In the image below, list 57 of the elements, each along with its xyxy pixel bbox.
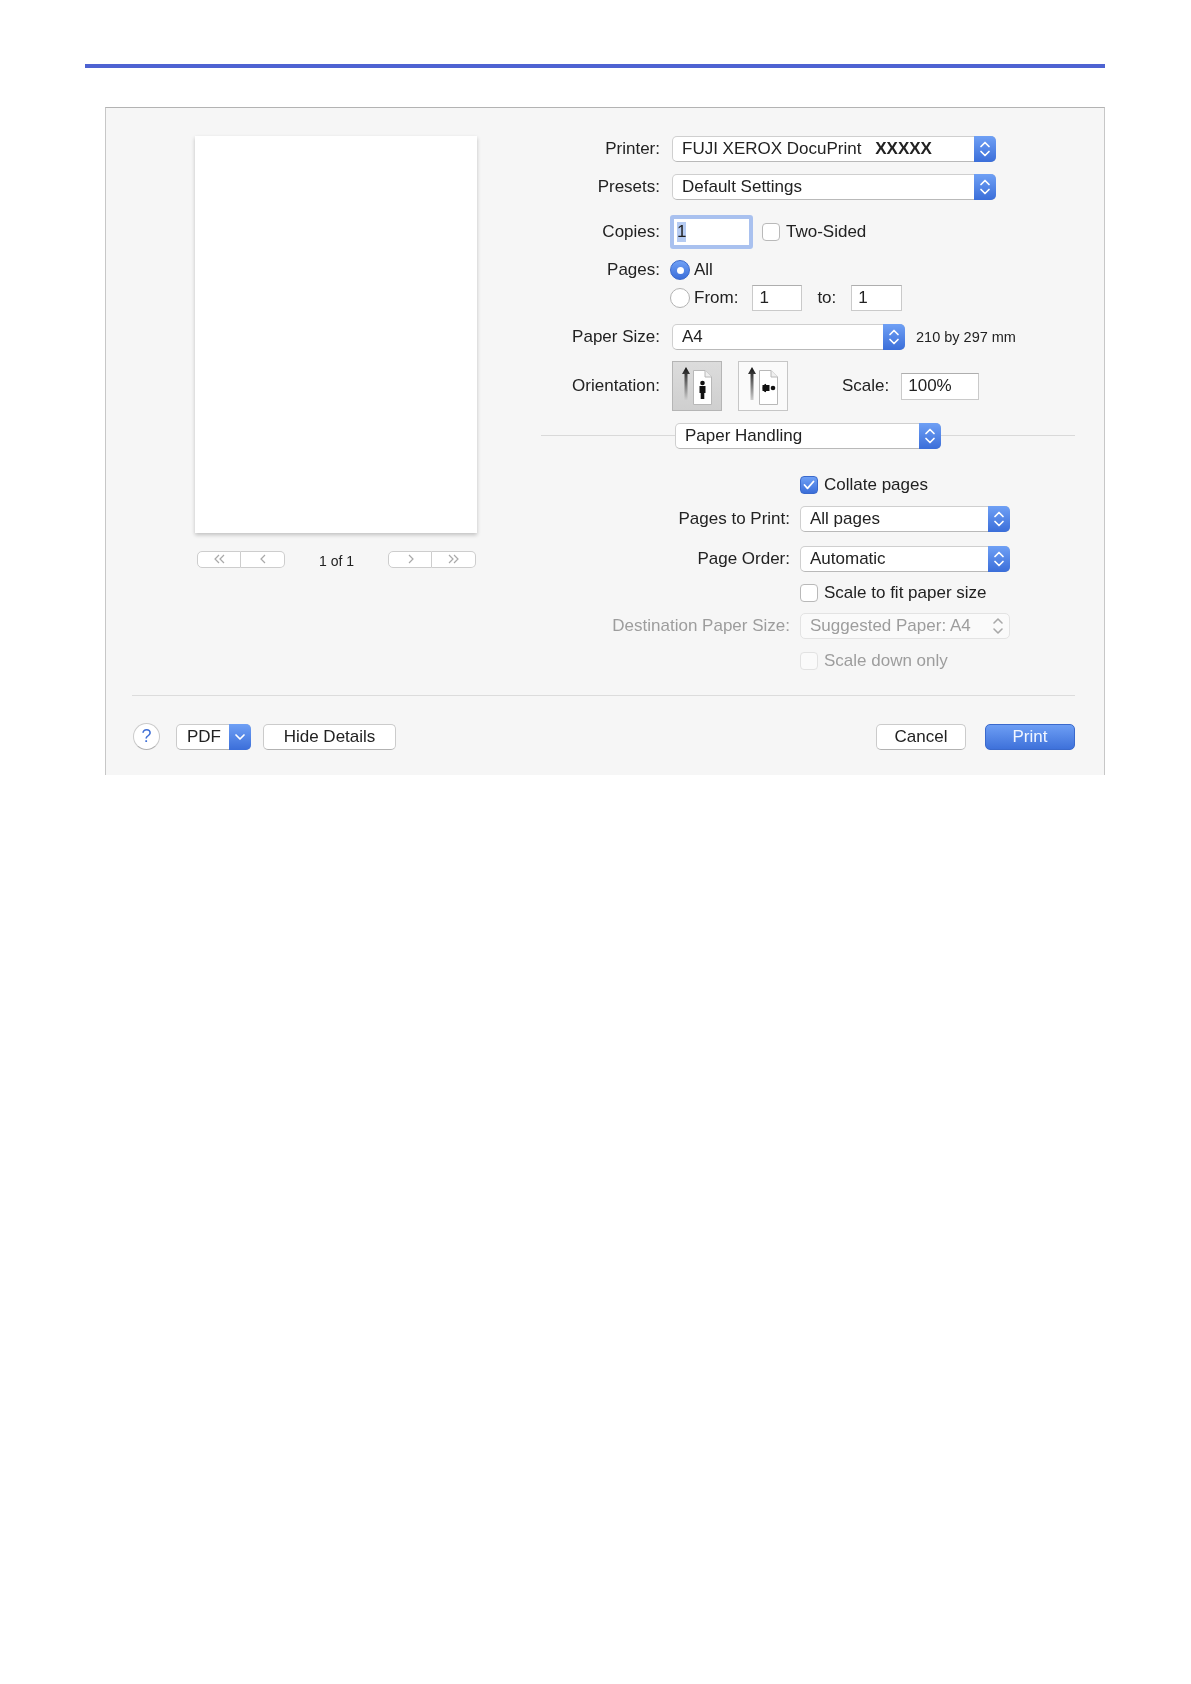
portrait-page-icon	[681, 366, 713, 406]
double-chevron-left-icon	[212, 554, 226, 564]
page-from-field[interactable]: 1	[752, 285, 803, 311]
field-label: Orientation:	[572, 376, 660, 395]
checkbox-label: Scale down only	[824, 651, 948, 671]
double-chevron-right-icon	[446, 554, 461, 564]
next-page-button[interactable]	[388, 550, 432, 568]
page-indicator-label: 1 of 1	[319, 552, 354, 569]
radio-button[interactable]	[670, 260, 690, 280]
stepper-icon	[974, 174, 996, 200]
paper-dimensions-label: 210 by 297 mm	[916, 328, 1016, 345]
radio-label: All	[694, 260, 713, 280]
orientation-button[interactable]	[672, 361, 722, 411]
checkbox-label: Scale to fit paper size	[824, 583, 987, 603]
previous-page-button[interactable]	[241, 550, 285, 568]
copies-field[interactable]: 1	[670, 215, 753, 249]
field-label: Pages to Print:	[678, 509, 790, 528]
presets-popup[interactable]: Default Settings	[672, 174, 996, 200]
checkbox-label: Two-Sided	[786, 222, 867, 242]
first-page-button[interactable]	[197, 550, 241, 568]
printer-popup[interactable]: FUJI XEROX DocuPrint XXXXX	[672, 136, 996, 162]
field-label: Copies:	[602, 222, 660, 241]
caret-icon	[229, 723, 251, 750]
radio-label: From:	[694, 288, 739, 308]
field-label: Paper Size:	[572, 326, 660, 346]
field-label: Scale:	[842, 376, 890, 396]
checkbox[interactable]	[800, 584, 818, 602]
scale-field[interactable]: 100%	[901, 372, 980, 400]
stepper-icon	[988, 506, 1010, 532]
help-button[interactable]: ?	[133, 723, 160, 750]
dialog-button[interactable]: Cancel	[876, 723, 966, 750]
checkbox[interactable]	[800, 476, 818, 494]
hide-details-button[interactable]: Hide Details	[263, 723, 396, 750]
field-label: Page Order:	[697, 549, 790, 568]
pdf-menu-button[interactable]: PDF	[176, 723, 251, 750]
field-label: Destination Paper Size:	[612, 616, 790, 635]
up-down-chevron-icon	[991, 616, 1005, 636]
field-label: Presets:	[597, 177, 660, 196]
stepper-icon	[919, 422, 941, 449]
setting-popup[interactable]: All pages	[800, 506, 1010, 532]
stepper-icon	[988, 546, 1010, 572]
paper-size-popup[interactable]: A4	[672, 323, 905, 350]
setting-popup[interactable]: Automatic	[800, 546, 1010, 572]
field-label: Printer:	[605, 139, 660, 158]
field-label: Pages:	[607, 260, 660, 279]
stepper-icon	[883, 323, 905, 350]
last-page-button[interactable]	[432, 550, 476, 568]
stepper-icon	[974, 136, 996, 162]
landscape-page-icon	[747, 366, 779, 406]
panel-menu-popup[interactable]: Paper Handling	[675, 422, 941, 449]
checkmark-icon	[803, 480, 815, 490]
page-to-field[interactable]: 1	[851, 285, 903, 311]
checkbox[interactable]	[762, 223, 780, 241]
checkbox-label: Collate pages	[824, 475, 928, 495]
field-label: to:	[817, 288, 837, 308]
orientation-button[interactable]	[738, 361, 788, 411]
radio-button[interactable]	[670, 288, 690, 308]
